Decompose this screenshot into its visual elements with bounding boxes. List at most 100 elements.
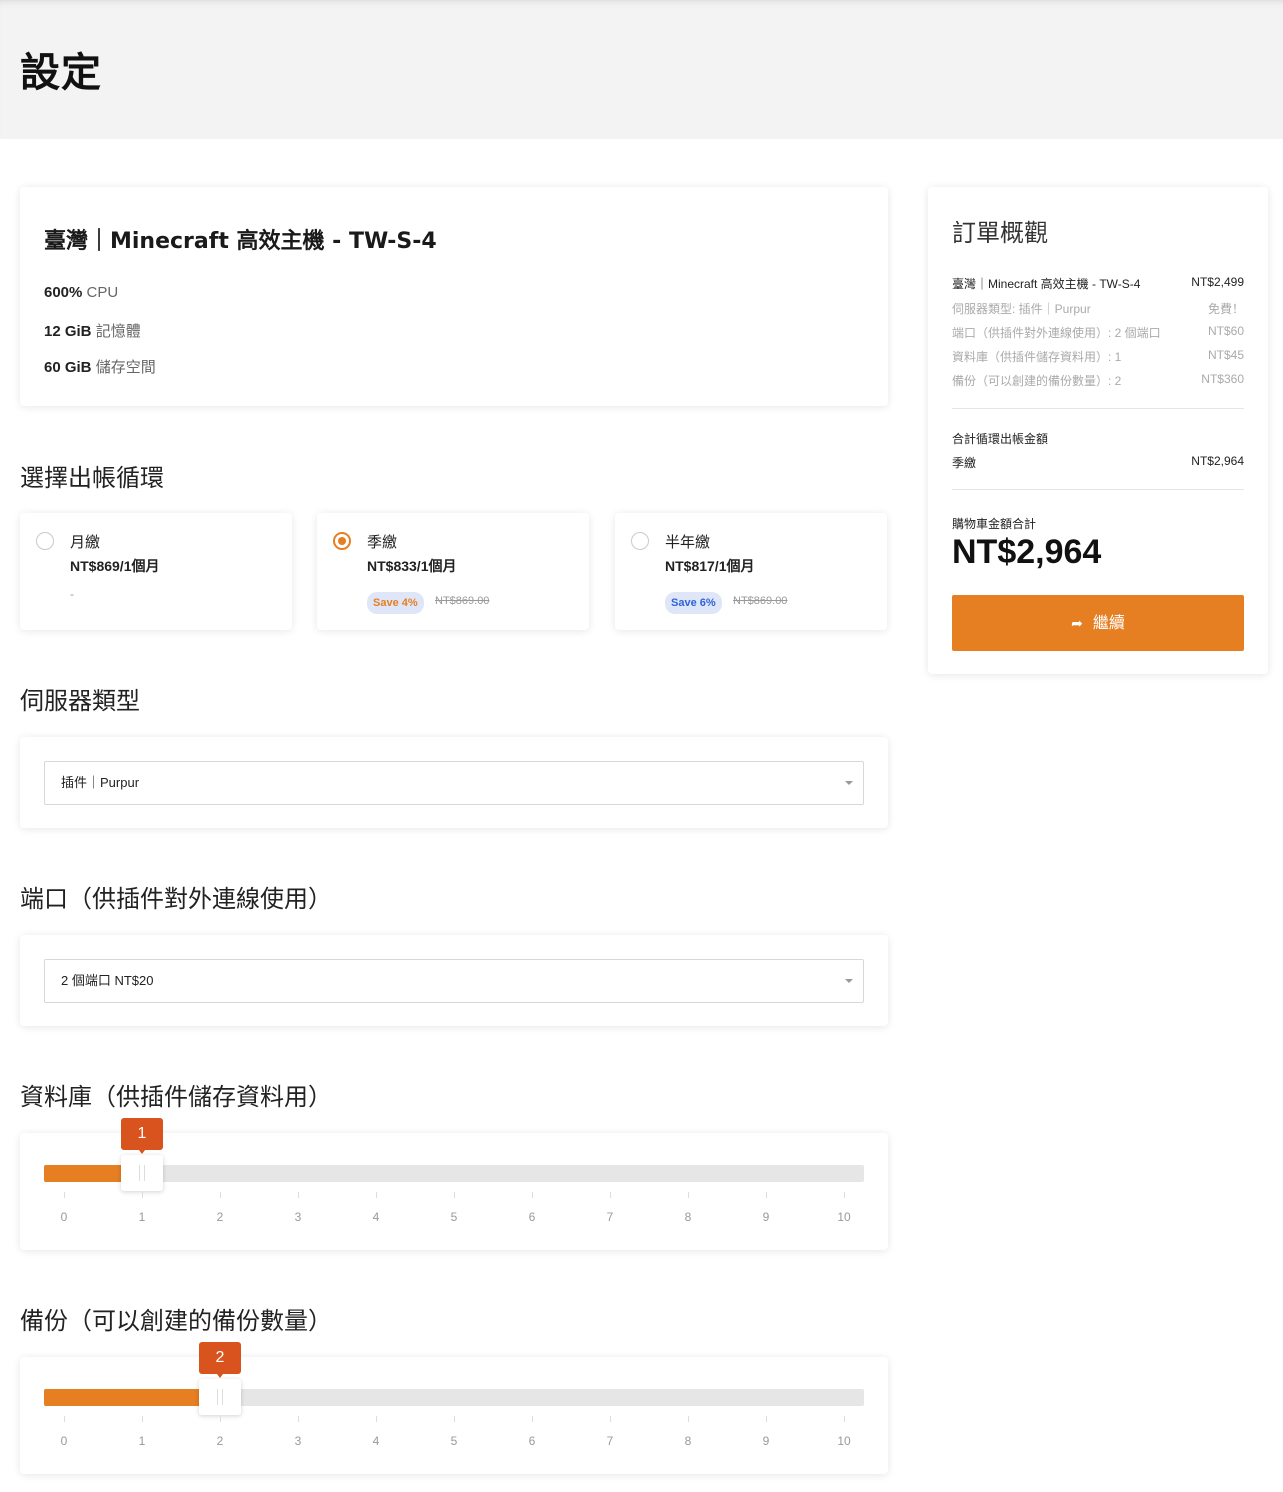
slider-tick (220, 1416, 221, 1422)
summary-item-value: NT$60 (1207, 324, 1244, 338)
slider-tick-label: 5 (450, 1434, 458, 1448)
summary-item-value: NT$360 (1201, 372, 1244, 386)
billing-option-semiannual[interactable]: 半年繳 NT$817/1個月 Save 6% NT$869.00 (615, 513, 887, 630)
slider-tick-label: 2 (216, 1434, 224, 1448)
summary-item-label: 備份（可以創建的備份數量）: 2 (952, 374, 1122, 388)
slider-tick (142, 1192, 143, 1198)
slider-tick (220, 1192, 221, 1198)
billing-option-price: NT$869/1個月 (70, 558, 160, 574)
slider-tick-label: 4 (372, 1210, 380, 1224)
save-badge: Save 4% (367, 592, 424, 614)
spec-storage-label: 儲存空間 (95, 359, 156, 376)
summary-item-label: 臺灣｜Minecraft 高效主機 - TW-S-4 (952, 277, 1141, 291)
cart-total-amount: NT$2,964 (952, 533, 1102, 571)
order-summary-card: 訂單概觀 臺灣｜Minecraft 高效主機 - TW-S-4 NT$2,499… (928, 187, 1268, 674)
server-type-select[interactable]: 插件｜Purpur (44, 761, 864, 805)
product-card: 臺灣｜Minecraft 高效主機 - TW-S-4 600% CPU 12 G… (20, 187, 888, 406)
page-title: 設定 (20, 50, 102, 96)
page-header: 設定 (0, 0, 1283, 139)
continue-button[interactable]: ➦ 繼續 (952, 595, 1244, 651)
save-badge: Save 6% (665, 592, 722, 614)
slider-tick (610, 1416, 611, 1422)
old-price: NT$869.00 (733, 595, 788, 607)
slider-tick-label: 1 (138, 1210, 146, 1224)
ports-card: 2 個端口 NT$20 (20, 935, 888, 1026)
slider-tick-label: 10 (837, 1434, 851, 1448)
order-summary-title: 訂單概觀 (952, 219, 1048, 247)
slider-tick (454, 1192, 455, 1198)
ports-value: 2 個端口 NT$20 (61, 973, 154, 988)
slider-tick (688, 1192, 689, 1198)
radio-semiannual[interactable] (631, 532, 649, 550)
slider-tick (64, 1192, 65, 1198)
backup-title: 備份（可以創建的備份數量） (20, 1307, 332, 1335)
spec-memory: 12 GiB 記憶體 (44, 320, 141, 341)
slider-tick-label: 6 (528, 1210, 536, 1224)
slider-tick (298, 1192, 299, 1198)
slider-tick (610, 1192, 611, 1198)
slider-tick (844, 1192, 845, 1198)
spec-storage: 60 GiB 儲存空間 (44, 356, 156, 377)
slider-tick-label: 0 (60, 1210, 68, 1224)
slider-tick-label: 9 (762, 1434, 770, 1448)
backup-slider-track[interactable] (44, 1389, 864, 1406)
slider-tick-label: 4 (372, 1434, 380, 1448)
billing-option-label: 季繳 (367, 534, 398, 551)
server-type-value: 插件｜Purpur (61, 775, 140, 790)
ports-select[interactable]: 2 個端口 NT$20 (44, 959, 864, 1003)
spec-cpu-label: CPU (86, 284, 119, 301)
slider-tick (376, 1192, 377, 1198)
billing-option-label: 半年繳 (665, 534, 711, 551)
summary-item-value: 免費！ (1207, 302, 1244, 316)
summary-item-value: NT$2,499 (1191, 275, 1244, 289)
billing-option-price: NT$817/1個月 (665, 558, 755, 574)
slider-tick-label: 1 (138, 1434, 146, 1448)
backup-slider-card: 2 0 1 2 3 4 5 6 7 8 9 10 (20, 1342, 888, 1474)
slider-tick-label: 3 (294, 1434, 302, 1448)
summary-item-label: 伺服器類型: 插件｜Purpur (952, 302, 1091, 316)
spec-memory-value: 12 GiB (44, 323, 92, 340)
slider-tick-label: 0 (60, 1434, 68, 1448)
slider-tick-label: 8 (684, 1434, 692, 1448)
slider-tick-label: 8 (684, 1210, 692, 1224)
slider-tick-label: 10 (837, 1210, 851, 1224)
database-title: 資料庫（供插件儲存資料用） (20, 1083, 332, 1111)
summary-item-value: NT$45 (1207, 348, 1244, 362)
backup-slider-handle[interactable] (199, 1379, 241, 1415)
recurring-amount: NT$2,964 (1191, 454, 1244, 468)
cart-total-label: 購物車金額合計 (952, 517, 1037, 531)
summary-item-label: 端口（供插件對外連線使用）: 2 個端口 (952, 326, 1161, 340)
billing-option-note: - (70, 587, 74, 601)
backup-value-bubble: 2 (199, 1342, 241, 1378)
slider-tick (532, 1192, 533, 1198)
ports-title: 端口（供插件對外連線使用） (20, 885, 332, 913)
chevron-down-icon (845, 781, 853, 785)
database-slider-track[interactable] (44, 1165, 864, 1182)
summary-divider (952, 408, 1244, 409)
billing-option-label: 月繳 (70, 534, 101, 551)
radio-monthly[interactable] (36, 532, 54, 550)
slider-tick-label: 7 (606, 1434, 614, 1448)
billing-option-price: NT$833/1個月 (367, 558, 457, 574)
slider-tick (142, 1416, 143, 1422)
slider-tick (844, 1416, 845, 1422)
old-price: NT$869.00 (435, 595, 490, 607)
summary-divider (952, 489, 1244, 490)
slider-tick (298, 1416, 299, 1422)
server-type-title: 伺服器類型 (20, 687, 140, 715)
slider-tick-label: 3 (294, 1210, 302, 1224)
spec-cpu: 600% CPU (44, 284, 118, 301)
product-name: 臺灣｜Minecraft 高效主機 - TW-S-4 (44, 229, 437, 254)
share-arrow-icon: ➦ (1071, 615, 1083, 631)
continue-button-label: 繼續 (1092, 615, 1125, 632)
database-slider-card: 1 0 1 2 3 4 5 6 7 8 9 10 (20, 1118, 888, 1250)
database-slider-handle[interactable] (121, 1155, 163, 1191)
summary-item-label: 資料庫（供插件儲存資料用）: 1 (952, 350, 1122, 364)
radio-quarterly[interactable] (333, 532, 351, 550)
recurring-cycle: 季繳 (952, 456, 977, 470)
billing-option-quarterly[interactable]: 季繳 NT$833/1個月 Save 4% NT$869.00 (317, 513, 589, 630)
chevron-down-icon (845, 979, 853, 983)
spec-cpu-value: 600% (44, 284, 83, 301)
billing-option-monthly[interactable]: 月繳 NT$869/1個月 - (20, 513, 292, 630)
slider-tick (532, 1416, 533, 1422)
